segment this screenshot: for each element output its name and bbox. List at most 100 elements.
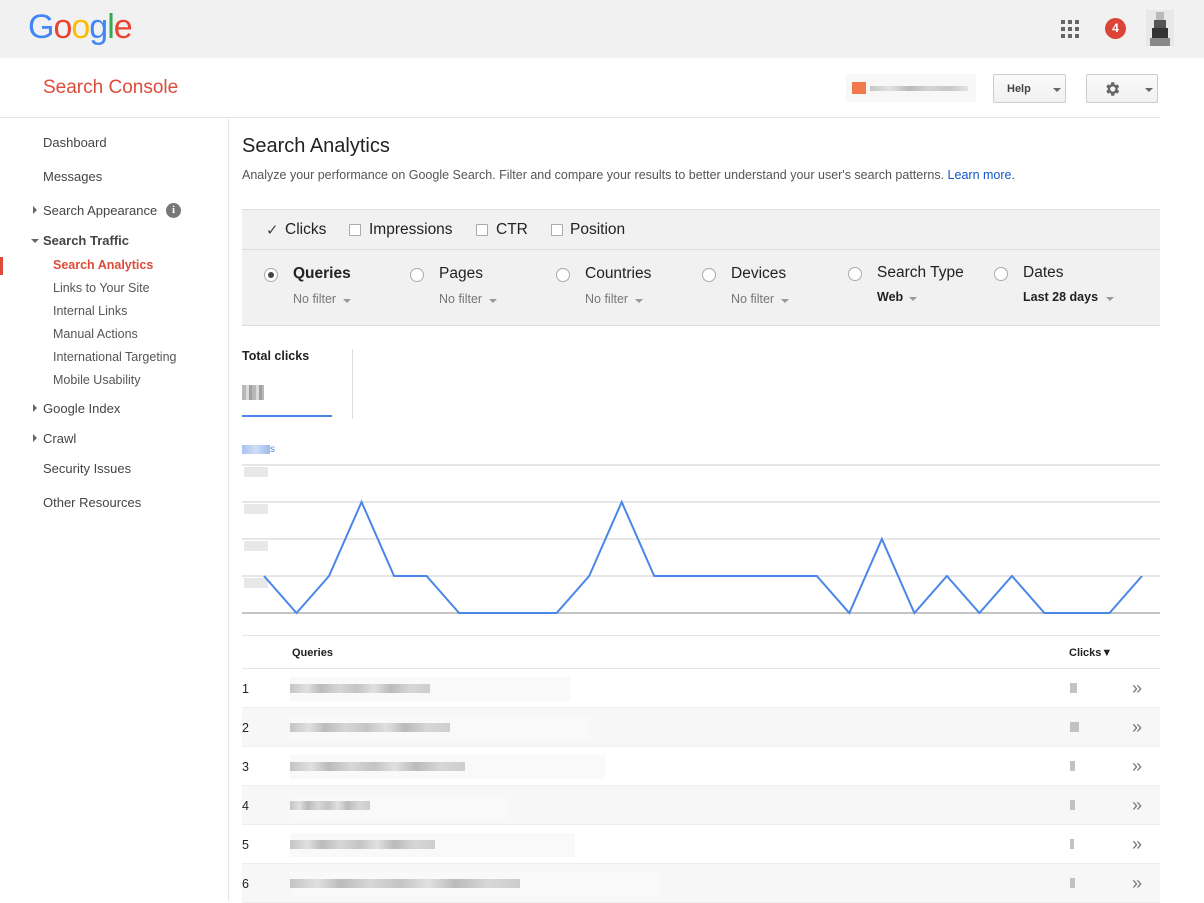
chart-point[interactable] <box>583 570 595 582</box>
chart-point[interactable] <box>1103 607 1115 619</box>
chart-point[interactable] <box>973 607 985 619</box>
queries-filter-dropdown[interactable]: No filter <box>293 292 351 306</box>
sidebar-item-other-resources[interactable]: Other Resources <box>43 495 141 510</box>
impressions-checkbox[interactable] <box>349 224 361 236</box>
ctr-checkbox[interactable] <box>476 224 488 236</box>
query-text-redacted[interactable] <box>290 801 370 810</box>
chart-point[interactable] <box>616 496 628 508</box>
property-selector[interactable] <box>846 74 976 102</box>
search-type-radio[interactable] <box>848 267 862 281</box>
sidebar-item-google-index[interactable]: Google Index <box>43 401 120 416</box>
chart-point[interactable] <box>1006 570 1018 582</box>
pages-radio[interactable] <box>410 268 424 282</box>
chart-point[interactable] <box>843 607 855 619</box>
chart-point[interactable] <box>941 570 953 582</box>
pages-filter-dropdown[interactable]: No filter <box>439 292 497 306</box>
notification-badge[interactable]: 4 <box>1105 18 1126 39</box>
chart-point[interactable] <box>1136 570 1148 582</box>
countries-radio[interactable] <box>556 268 570 282</box>
checkmark-icon[interactable]: ✓ <box>266 221 279 239</box>
sidebar-item-search-appearance[interactable]: Search Appearance <box>43 203 157 218</box>
collapse-arrow-icon[interactable] <box>31 239 39 243</box>
devices-radio[interactable] <box>702 268 716 282</box>
table-row[interactable]: 2» <box>242 708 1160 747</box>
dimension-devices[interactable]: Devices <box>731 265 786 283</box>
sidebar-item-crawl[interactable]: Crawl <box>43 431 76 446</box>
metric-clicks[interactable]: Clicks <box>285 221 326 239</box>
drilldown-chevron-icon[interactable]: » <box>1132 717 1142 738</box>
query-text-redacted[interactable] <box>290 723 450 732</box>
countries-filter-dropdown[interactable]: No filter <box>585 292 643 306</box>
expand-arrow-icon[interactable] <box>33 206 37 214</box>
drilldown-chevron-icon[interactable]: » <box>1132 756 1142 777</box>
chart-point[interactable] <box>486 607 498 619</box>
drilldown-chevron-icon[interactable]: » <box>1132 834 1142 855</box>
col-clicks[interactable]: Clicks▼ <box>1069 647 1112 659</box>
queries-radio[interactable] <box>264 268 278 282</box>
console-title[interactable]: Search Console <box>43 77 178 99</box>
help-button[interactable]: Help <box>993 74 1066 103</box>
dimension-pages[interactable]: Pages <box>439 265 483 283</box>
chart-point[interactable] <box>778 570 790 582</box>
info-icon[interactable]: i <box>166 203 181 218</box>
chart-point[interactable] <box>421 570 433 582</box>
expand-arrow-icon[interactable] <box>33 434 37 442</box>
metric-impressions[interactable]: Impressions <box>369 221 453 239</box>
clicks-series-line[interactable] <box>263 499 1143 615</box>
drilldown-chevron-icon[interactable]: » <box>1132 678 1142 699</box>
chart-point[interactable] <box>518 607 530 619</box>
query-text-redacted[interactable] <box>290 879 520 888</box>
clicks-chart[interactable] <box>242 458 1160 623</box>
position-checkbox[interactable] <box>551 224 563 236</box>
chart-point[interactable] <box>713 570 725 582</box>
sidebar-item-security-issues[interactable]: Security Issues <box>43 461 131 476</box>
chart-point[interactable] <box>1038 607 1050 619</box>
metric-ctr[interactable]: CTR <box>496 221 528 239</box>
chart-point[interactable] <box>648 570 660 582</box>
chart-point[interactable] <box>258 570 270 582</box>
chart-point[interactable] <box>551 607 563 619</box>
sidebar-item-dashboard[interactable]: Dashboard <box>43 135 107 150</box>
chart-point[interactable] <box>388 570 400 582</box>
chart-point[interactable] <box>811 570 823 582</box>
chart-point[interactable] <box>908 607 920 619</box>
sidebar-item-mobile-usability[interactable]: Mobile Usability <box>53 373 141 387</box>
chart-point[interactable] <box>323 570 335 582</box>
expand-arrow-icon[interactable] <box>33 404 37 412</box>
dimension-countries[interactable]: Countries <box>585 265 651 283</box>
chart-point[interactable] <box>1071 607 1083 619</box>
metric-position[interactable]: Position <box>570 221 625 239</box>
sidebar-item-search-traffic[interactable]: Search Traffic <box>43 233 129 248</box>
query-text-redacted[interactable] <box>290 840 435 849</box>
drilldown-chevron-icon[interactable]: » <box>1132 873 1142 894</box>
table-row[interactable]: 5» <box>242 825 1160 864</box>
settings-button[interactable] <box>1086 74 1158 103</box>
drilldown-chevron-icon[interactable]: » <box>1132 795 1142 816</box>
sidebar-item-links-to-your-site[interactable]: Links to Your Site <box>53 281 150 295</box>
chart-point[interactable] <box>356 496 368 508</box>
avatar[interactable] <box>1146 10 1174 46</box>
table-row[interactable]: 6» <box>242 864 1160 903</box>
apps-grid-icon[interactable] <box>1061 20 1079 38</box>
dimension-search-type[interactable]: Search Type <box>877 264 964 282</box>
sidebar-item-internal-links[interactable]: Internal Links <box>53 304 127 318</box>
dimension-dates[interactable]: Dates <box>1023 264 1064 282</box>
google-logo[interactable]: Google <box>28 8 133 47</box>
total-clicks-label[interactable]: Total clicks <box>242 349 309 363</box>
chart-point[interactable] <box>746 570 758 582</box>
query-text-redacted[interactable] <box>290 684 430 693</box>
table-row[interactable]: 3» <box>242 747 1160 786</box>
sidebar-item-international-targeting[interactable]: International Targeting <box>53 350 176 364</box>
dimension-queries[interactable]: Queries <box>293 265 351 283</box>
chart-point[interactable] <box>453 607 465 619</box>
chart-point[interactable] <box>681 570 693 582</box>
search-type-dropdown[interactable]: Web <box>877 290 917 304</box>
sidebar-item-manual-actions[interactable]: Manual Actions <box>53 327 138 341</box>
sidebar-item-messages[interactable]: Messages <box>43 169 102 184</box>
table-row[interactable]: 4» <box>242 786 1160 825</box>
dates-radio[interactable] <box>994 267 1008 281</box>
dates-dropdown[interactable]: Last 28 days <box>1023 290 1114 304</box>
chart-point[interactable] <box>876 533 888 545</box>
query-text-redacted[interactable] <box>290 762 465 771</box>
col-queries[interactable]: Queries <box>292 647 333 659</box>
